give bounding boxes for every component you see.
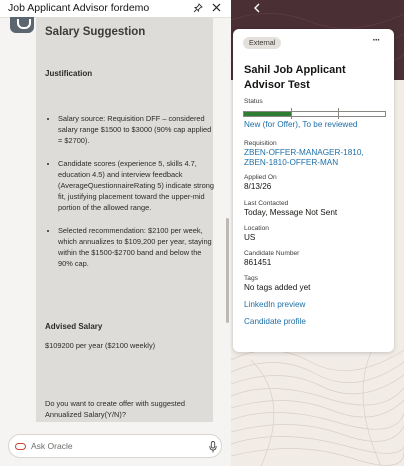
location-label: Location: [244, 225, 269, 232]
candidate-profile-link[interactable]: Candidate profile: [244, 317, 390, 327]
location-value: US: [244, 233, 256, 242]
close-icon[interactable]: [209, 0, 223, 16]
ask-oracle-input[interactable]: [31, 438, 201, 454]
justification-heading: Justification: [45, 69, 93, 78]
status-progress-fill: [244, 112, 292, 116]
chat-title: Job Applicant Advisor fordemo: [8, 2, 150, 14]
applied-on-label: Applied On: [244, 174, 277, 181]
candidate-number-value: 861451: [244, 258, 272, 267]
status-value-link[interactable]: New (for Offer), To be reviewed: [244, 120, 390, 130]
last-contacted-label: Last Contacted: [244, 200, 289, 207]
assistant-avatar: [10, 17, 34, 33]
progress-divider: [338, 108, 339, 119]
candidate-card: External ··· Sahil Job Applicant Advisor…: [233, 29, 394, 352]
justification-point: Selected recommendation: $2100 per week,…: [58, 225, 216, 270]
back-chevron-icon[interactable]: [249, 0, 265, 16]
pin-icon[interactable]: [191, 0, 205, 16]
candidate-number-label: Candidate Number: [244, 250, 300, 257]
salary-suggestion-heading: Salary Suggestion: [45, 26, 146, 38]
chat-panel: Job Applicant Advisor fordemo Salary Sug…: [0, 0, 231, 466]
tags-value: No tags added yet: [244, 283, 311, 292]
justification-point: Salary source: Requisition DFF – conside…: [58, 113, 216, 147]
assistant-message: Salary Suggestion Justification Salary s…: [36, 17, 216, 422]
microphone-icon[interactable]: [209, 440, 217, 453]
chat-scrollbar-thumb[interactable]: [226, 218, 229, 323]
external-badge: External: [243, 37, 282, 49]
applied-on-value: 8/13/26: [244, 182, 272, 191]
progress-divider: [291, 108, 292, 119]
chat-title-bar: Job Applicant Advisor fordemo: [0, 0, 231, 18]
advised-salary-value: $109200 per year ($2100 weekly): [45, 341, 156, 350]
candidate-name: Sahil Job Applicant Advisor Test: [244, 64, 346, 91]
requisition-link[interactable]: ZBEN-OFFER-MANAGER-1810, ZBEN-1810-OFFER…: [244, 148, 390, 168]
status-progress-bar: [243, 108, 386, 119]
more-actions-icon[interactable]: ···: [369, 35, 383, 47]
ask-oracle-bar: [8, 434, 222, 458]
advised-salary-heading: Advised Salary: [45, 322, 103, 331]
assistant-avatar-icon: [17, 19, 31, 29]
requisition-label: Requisition: [244, 140, 277, 147]
tags-label: Tags: [244, 275, 258, 282]
last-contacted-value: Today, Message Not Sent: [244, 208, 338, 217]
status-label: Status: [244, 98, 263, 105]
offer-question: Do you want to create offer with suggest…: [45, 399, 185, 420]
justification-list: Salary source: Requisition DFF – conside…: [45, 113, 216, 280]
oracle-logo-icon: [15, 443, 26, 450]
justification-point: Candidate scores (experience 5, skills 4…: [58, 158, 216, 214]
linkedin-preview-link[interactable]: LinkedIn preview: [244, 300, 390, 310]
